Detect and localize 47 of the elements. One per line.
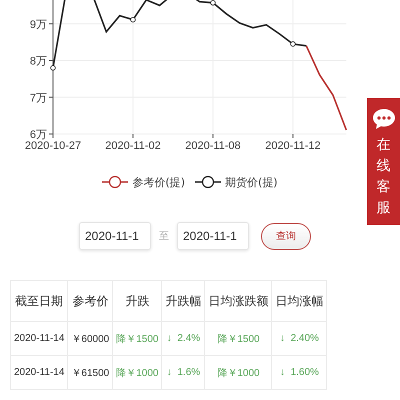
table-cell: ￥60000 <box>68 322 113 356</box>
column-header: 参考价 <box>68 280 113 322</box>
column-header: 升跌 <box>112 280 162 322</box>
table-cell: ↓ 1.6% <box>162 356 205 390</box>
data-point <box>210 0 216 6</box>
legend-label[interactable]: 期货价(提) <box>225 174 278 190</box>
table-cell: 降￥1000 <box>204 356 272 390</box>
chat-icon <box>372 108 396 130</box>
table-cell: 降￥1500 <box>204 322 272 356</box>
x-axis-label: 2020-11-12 <box>265 140 321 152</box>
table-cell: ￥61500 <box>68 356 113 390</box>
table-cell: 降￥1000 <box>112 356 162 390</box>
column-header: 日均涨幅 <box>272 280 327 322</box>
table-cell: ↓ 2.4% <box>162 322 205 356</box>
x-axis-tick <box>212 134 214 138</box>
x-axis-tick <box>132 134 134 138</box>
table-cell: ↓ 1.60% <box>272 356 327 390</box>
separator-label: 至 <box>159 230 169 243</box>
x-axis-label: 2020-11-02 <box>105 140 161 152</box>
table-cell: 2020-11-14 <box>10 322 68 356</box>
legend-marker-icon <box>102 175 128 189</box>
table-cell: 2020-11-14 <box>10 356 68 390</box>
y-axis-tick <box>48 60 54 61</box>
column-header: 日均涨跌额 <box>204 280 272 322</box>
y-axis-label: 9万 <box>30 18 47 31</box>
legend-marker-icon <box>195 175 221 189</box>
data-point <box>50 65 56 71</box>
x-axis-label: 2020-11-08 <box>185 140 241 152</box>
online-service-tab[interactable]: 在线客服 <box>367 98 400 225</box>
data-point <box>290 41 296 47</box>
data-point <box>130 17 136 22</box>
table-cell: ↓ 2.40% <box>272 322 327 356</box>
x-axis-tick <box>52 134 54 138</box>
y-axis-label: 6万 <box>30 129 47 141</box>
query-button[interactable]: 查询 <box>261 222 311 250</box>
start-date-field[interactable]: 2020-11-1 <box>79 222 151 250</box>
x-axis-tick <box>292 134 294 138</box>
end-date-field[interactable]: 2020-11-1 <box>177 222 249 250</box>
column-header: 升跌幅 <box>162 280 205 322</box>
y-axis-label: 7万 <box>30 92 47 104</box>
y-axis-tick <box>48 23 54 24</box>
legend-label[interactable]: 参考价(提) <box>132 174 185 190</box>
table-cell: 降￥1500 <box>112 322 162 356</box>
y-axis-tick <box>48 96 54 98</box>
y-axis-label: 8万 <box>30 56 47 68</box>
x-axis-label: 2020-10-27 <box>24 140 82 152</box>
column-header: 截至日期 <box>10 280 68 322</box>
